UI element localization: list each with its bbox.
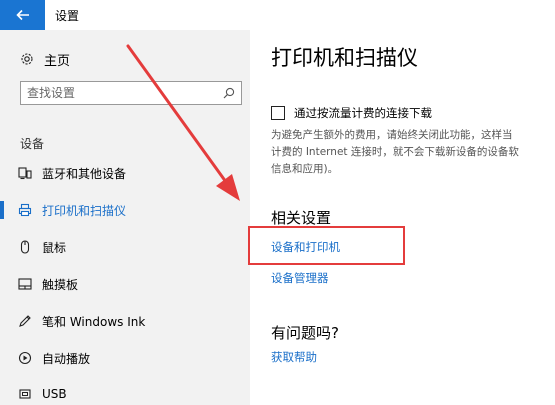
pen-icon <box>19 315 31 327</box>
metered-download-option[interactable]: 通过按流量计费的连接下载 <box>271 105 432 121</box>
related-settings-title: 相关设置 <box>271 209 332 227</box>
bluetooth-devices-icon <box>18 167 32 180</box>
sidebar-item-bluetooth[interactable]: 蓝牙和其他设备 <box>0 155 250 191</box>
section-label-devices: 设备 <box>20 137 45 151</box>
sidebar-item-label: USB <box>42 387 67 401</box>
metered-description: 为避免产生额外的费用，请始终关闭此功能，这样当 计费的 Internet 连接时… <box>271 127 555 178</box>
window-title: 设置 <box>55 9 80 23</box>
sidebar-home[interactable]: 主页 <box>20 48 70 70</box>
metered-download-checkbox[interactable] <box>271 106 285 120</box>
back-arrow-icon <box>15 9 29 21</box>
device-manager-link[interactable]: 设备管理器 <box>271 270 329 286</box>
search-box[interactable] <box>20 81 242 105</box>
sidebar-item-label: 打印机和扫描仪 <box>42 203 127 218</box>
annotation-highlight-box <box>248 226 405 265</box>
help-title: 有问题吗? <box>271 324 339 342</box>
title-bar: 设置 <box>0 0 555 30</box>
metered-download-label: 通过按流量计费的连接下载 <box>294 106 432 120</box>
sidebar-item-label: 笔和 Windows Ink <box>42 314 146 329</box>
mouse-icon <box>20 240 30 254</box>
back-button[interactable] <box>0 0 45 30</box>
search-input[interactable] <box>27 86 223 100</box>
sidebar-item-printers[interactable]: 打印机和扫描仪 <box>0 192 250 228</box>
usb-icon <box>19 389 31 399</box>
description-line: 信息和应用)。 <box>271 163 339 175</box>
description-line: 为避免产生额外的费用，请始终关闭此功能，这样当 <box>271 129 513 141</box>
search-icon[interactable] <box>223 87 235 99</box>
sidebar-item-touchpad[interactable]: 触摸板 <box>0 266 250 302</box>
sidebar-item-pen[interactable]: 笔和 Windows Ink <box>0 303 250 339</box>
sidebar-item-label: 自动播放 <box>42 351 91 366</box>
description-line: 计费的 Internet 连接时，就不会下载新设备的设备软 <box>271 146 519 158</box>
printer-icon <box>18 203 32 217</box>
page-title: 打印机和扫描仪 <box>271 46 418 70</box>
gear-icon <box>21 53 33 65</box>
touchpad-icon <box>18 278 32 290</box>
sidebar-item-label: 触摸板 <box>42 277 79 292</box>
home-label: 主页 <box>44 53 71 69</box>
sidebar-item-label: 鼠标 <box>42 240 67 255</box>
get-help-link[interactable]: 获取帮助 <box>271 349 317 365</box>
sidebar-item-mouse[interactable]: 鼠标 <box>0 229 250 265</box>
autoplay-icon <box>18 351 32 365</box>
sidebar-item-usb[interactable]: USB <box>0 376 250 405</box>
sidebar-item-label: 蓝牙和其他设备 <box>42 166 127 181</box>
active-indicator <box>0 201 4 219</box>
sidebar-item-autoplay[interactable]: 自动播放 <box>0 340 250 376</box>
